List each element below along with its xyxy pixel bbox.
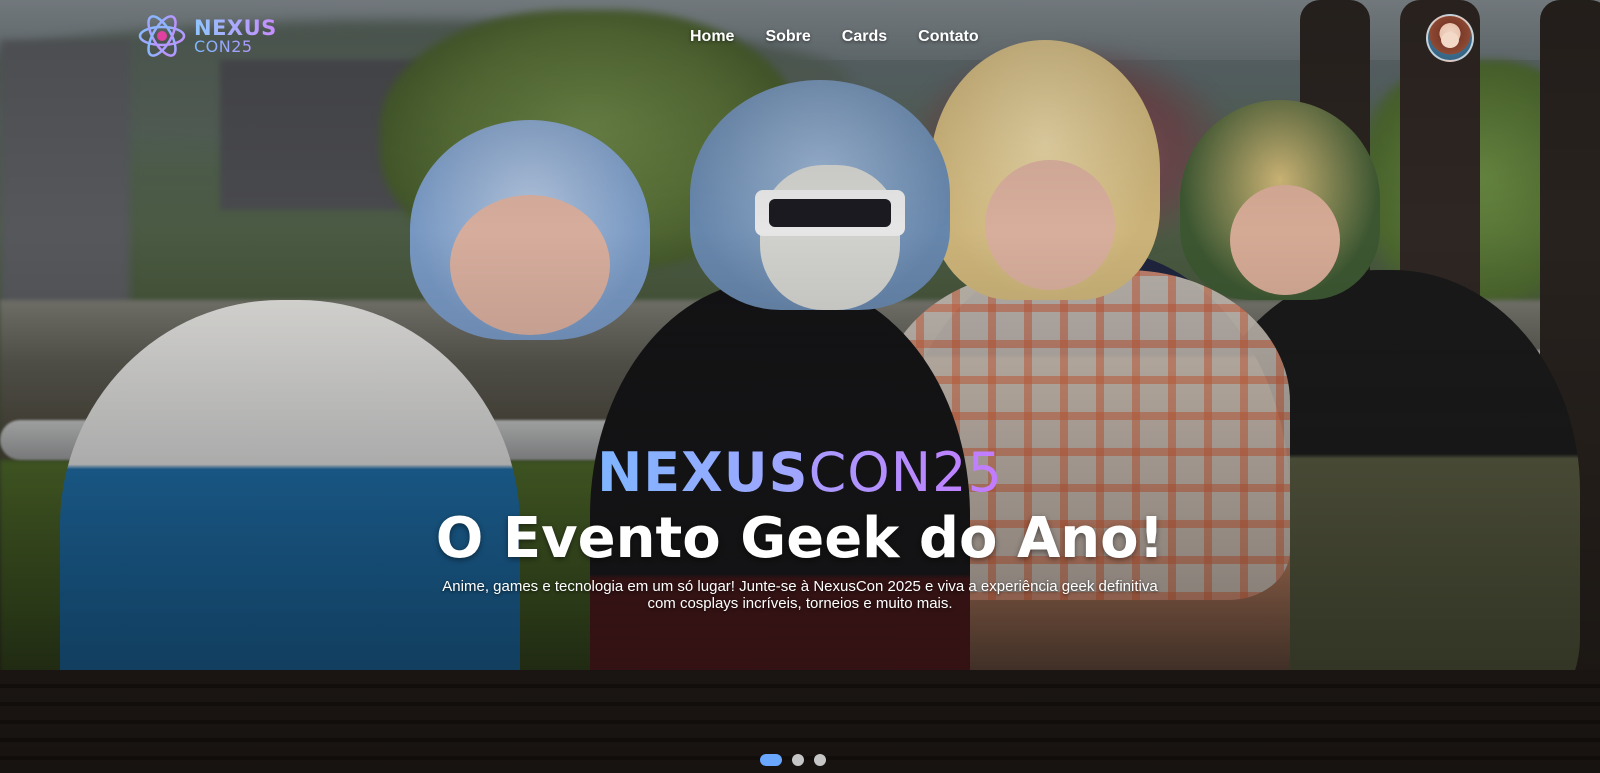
nav-links: Home Sobre Cards Contato xyxy=(690,28,979,46)
carousel-dot-2[interactable] xyxy=(792,754,804,766)
hero-description-line-2: com cosplays incríveis, torneios e muito… xyxy=(647,595,953,612)
title-nexus: NEXUS xyxy=(597,441,809,504)
hero-background xyxy=(0,0,1600,773)
navbar: NEXUS CON25 Home Sobre Cards Contato xyxy=(0,0,1600,76)
hero-description: Anime, games e tecnologia em um só lugar… xyxy=(440,578,1160,612)
nav-sobre[interactable]: Sobre xyxy=(765,28,810,46)
logo-line-1: NEXUS xyxy=(194,15,277,40)
carousel-dot-3[interactable] xyxy=(814,754,826,766)
nav-cards[interactable]: Cards xyxy=(842,28,887,46)
avatar-face xyxy=(1441,32,1459,48)
carousel-indicators xyxy=(760,754,826,766)
title-con: CON25 xyxy=(808,441,1003,504)
nav-contato[interactable]: Contato xyxy=(918,28,978,46)
brand-logo[interactable]: NEXUS CON25 xyxy=(136,10,277,62)
hero-overlay xyxy=(0,0,1600,773)
user-avatar[interactable] xyxy=(1426,14,1474,62)
hero-description-line-1: Anime, games e tecnologia em um só lugar… xyxy=(442,578,1158,595)
logo-line-2: CON25 xyxy=(194,38,277,55)
carousel-dot-1[interactable] xyxy=(760,754,782,766)
atom-icon xyxy=(138,15,186,57)
logo-text: NEXUS CON25 xyxy=(194,15,277,55)
hero-tagline: O Evento Geek do Ano! xyxy=(435,506,1165,571)
hero-content: NEXUSCON25 O Evento Geek do Ano! Anime, … xyxy=(0,440,1600,612)
nav-home[interactable]: Home xyxy=(690,28,734,46)
event-title: NEXUSCON25 xyxy=(0,440,1600,506)
